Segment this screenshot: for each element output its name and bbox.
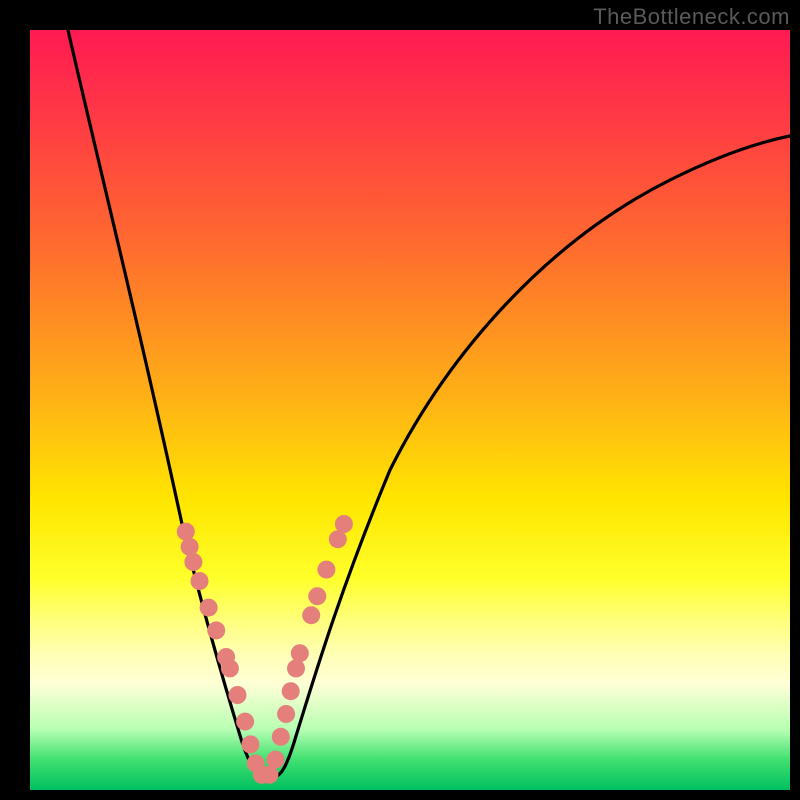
data-point bbox=[317, 561, 335, 579]
data-point bbox=[282, 682, 300, 700]
right-curve bbox=[270, 136, 790, 778]
data-point bbox=[291, 644, 309, 662]
data-point bbox=[200, 599, 218, 617]
data-point bbox=[272, 728, 290, 746]
data-point bbox=[184, 553, 202, 571]
data-point bbox=[302, 606, 320, 624]
marker-layer bbox=[177, 515, 353, 784]
data-point bbox=[308, 587, 326, 605]
data-point bbox=[181, 538, 199, 556]
data-point bbox=[177, 523, 195, 541]
chart-frame: TheBottleneck.com bbox=[0, 0, 800, 800]
data-point bbox=[236, 713, 254, 731]
watermark-text: TheBottleneck.com bbox=[593, 4, 790, 30]
data-point bbox=[207, 621, 225, 639]
curve-layer bbox=[68, 30, 790, 778]
data-point bbox=[277, 705, 295, 723]
data-point bbox=[229, 686, 247, 704]
data-point bbox=[241, 735, 259, 753]
data-point bbox=[191, 572, 209, 590]
data-point bbox=[221, 659, 239, 677]
plot-area bbox=[30, 30, 790, 790]
data-point bbox=[287, 659, 305, 677]
data-point bbox=[335, 515, 353, 533]
chart-svg bbox=[30, 30, 790, 790]
data-point bbox=[267, 751, 285, 769]
